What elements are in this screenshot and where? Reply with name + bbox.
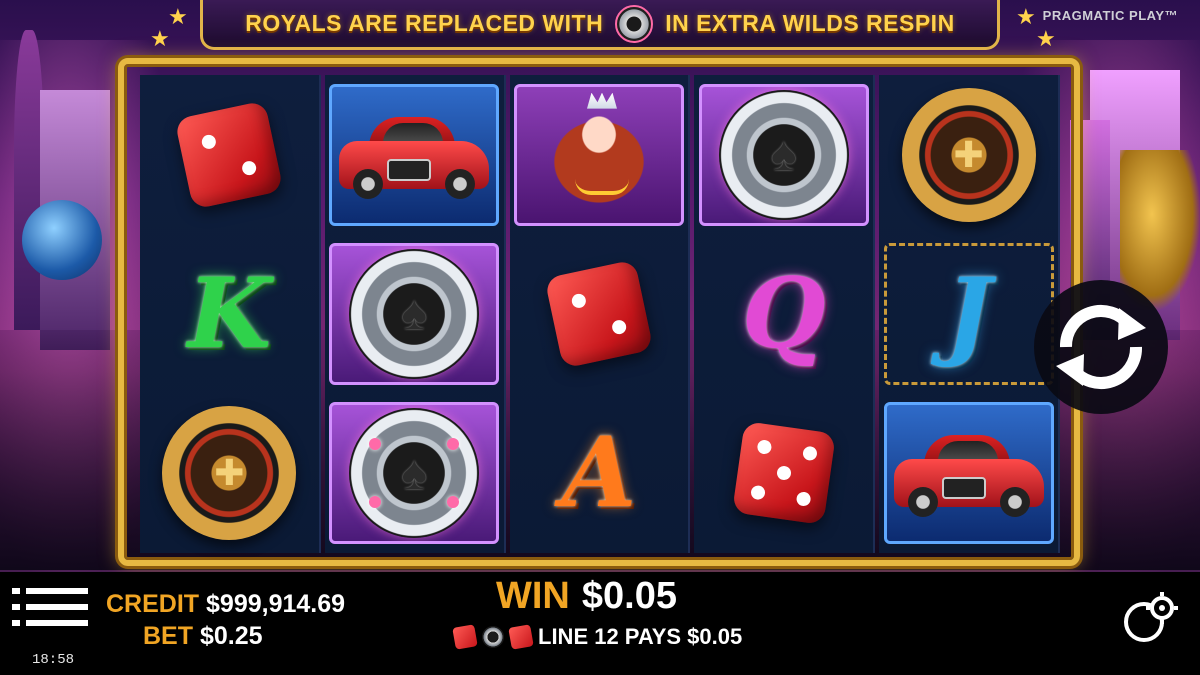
poker-chip-icon: ♠ [349, 408, 480, 539]
refresh-arrows-icon [1056, 305, 1146, 389]
poker-chip-icon: ♠ [718, 89, 849, 220]
letter-j-symbol: J [945, 256, 992, 370]
bet-label: BET [143, 622, 193, 650]
symbol-car [325, 75, 504, 234]
provider-logo: PRAGMATIC PLAY™ [1042, 8, 1178, 23]
symbol-dice [694, 394, 873, 553]
chip-wild-tile: ♠ [329, 242, 500, 385]
symbol-j: J [879, 234, 1058, 393]
symbol-lady [510, 75, 689, 234]
letter-q-symbol: Q [741, 256, 826, 370]
bet-value: $0.25 [199, 622, 263, 650]
line-pays-text: LINE 12 PAYS $0.05 [538, 624, 743, 649]
feature-banner: ROYALS ARE REPLACED WITH IN EXTRA WILDS … [200, 0, 1000, 50]
bet-display[interactable]: BET $0.25 [143, 622, 263, 651]
symbol-chip-wild: ♠ [325, 394, 504, 553]
letter-k-symbol: K [187, 256, 272, 370]
winning-highlight: J [883, 242, 1054, 385]
reel-5: ✚ J [879, 75, 1060, 553]
letter-a-symbol: A [561, 416, 637, 530]
symbol-chip-wild: ♠ [325, 234, 504, 393]
dice-icon [731, 421, 836, 526]
symbol-q: Q [694, 234, 873, 393]
red-sports-car-icon [339, 111, 490, 199]
gear-icon [1124, 592, 1178, 642]
win-label: WIN [496, 575, 570, 617]
banner-text-before: ROYALS ARE REPLACED WITH [245, 10, 604, 36]
dice-icon [452, 624, 478, 650]
symbol-roulette: ✚ [140, 394, 319, 553]
lady-tile [513, 83, 684, 226]
symbol-car [879, 394, 1058, 553]
reel-3: A [509, 75, 691, 553]
banner-text-after: IN EXTRA WILDS RESPIN [665, 10, 955, 36]
line-win-info: LINE 12 PAYS $0.05 [452, 624, 743, 650]
poker-chip-icon: ♠ [349, 248, 480, 379]
reels-grid: K ✚ ♠ ♠ A ♠ Q ✚ J [140, 75, 1060, 553]
dice-icon [174, 100, 284, 210]
symbol-dice [140, 75, 319, 234]
chip-wild-tile: ♠ [329, 402, 500, 545]
settings-button[interactable] [1120, 588, 1180, 648]
win-display: WIN $0.05 [496, 575, 677, 618]
reel-1: K ✚ [140, 75, 321, 553]
car-tile [883, 402, 1054, 545]
hot-air-balloon-sign [22, 200, 102, 280]
reel-4: ♠ Q [694, 75, 876, 553]
menu-button[interactable] [12, 588, 88, 640]
credit-label: CREDIT [106, 590, 200, 618]
symbol-chip-wild: ♠ [694, 75, 873, 234]
reel-2: ♠ ♠ [324, 75, 506, 553]
spin-button[interactable] [1034, 280, 1168, 414]
car-tile [329, 83, 500, 226]
dice-icon [508, 624, 534, 650]
star-icon: ★ [168, 4, 188, 29]
star-icon: ★ [1036, 26, 1056, 51]
credit-display: CREDIT $999,914.69 [106, 590, 345, 619]
star-icon: ★ [1016, 4, 1036, 29]
poker-chip-icon [482, 626, 504, 648]
symbol-a: A [510, 394, 689, 553]
star-icon: ★ [150, 26, 170, 51]
clock-time: 18:58 [32, 652, 75, 668]
symbol-dice [510, 234, 689, 393]
symbol-k: K [140, 234, 319, 393]
red-sports-car-icon [893, 429, 1044, 518]
dice-icon [544, 259, 654, 369]
win-value: $0.05 [581, 575, 677, 617]
poker-chip-wild-icon [615, 4, 654, 43]
chip-wild-tile: ♠ [698, 83, 869, 226]
credit-value: $999,914.69 [206, 590, 346, 618]
roulette-wheel-icon: ✚ [901, 87, 1036, 222]
symbol-roulette: ✚ [879, 75, 1058, 234]
showgirl-portrait-icon [516, 86, 681, 223]
golden-lion-statue [1120, 150, 1200, 310]
roulette-wheel-icon: ✚ [162, 406, 297, 541]
